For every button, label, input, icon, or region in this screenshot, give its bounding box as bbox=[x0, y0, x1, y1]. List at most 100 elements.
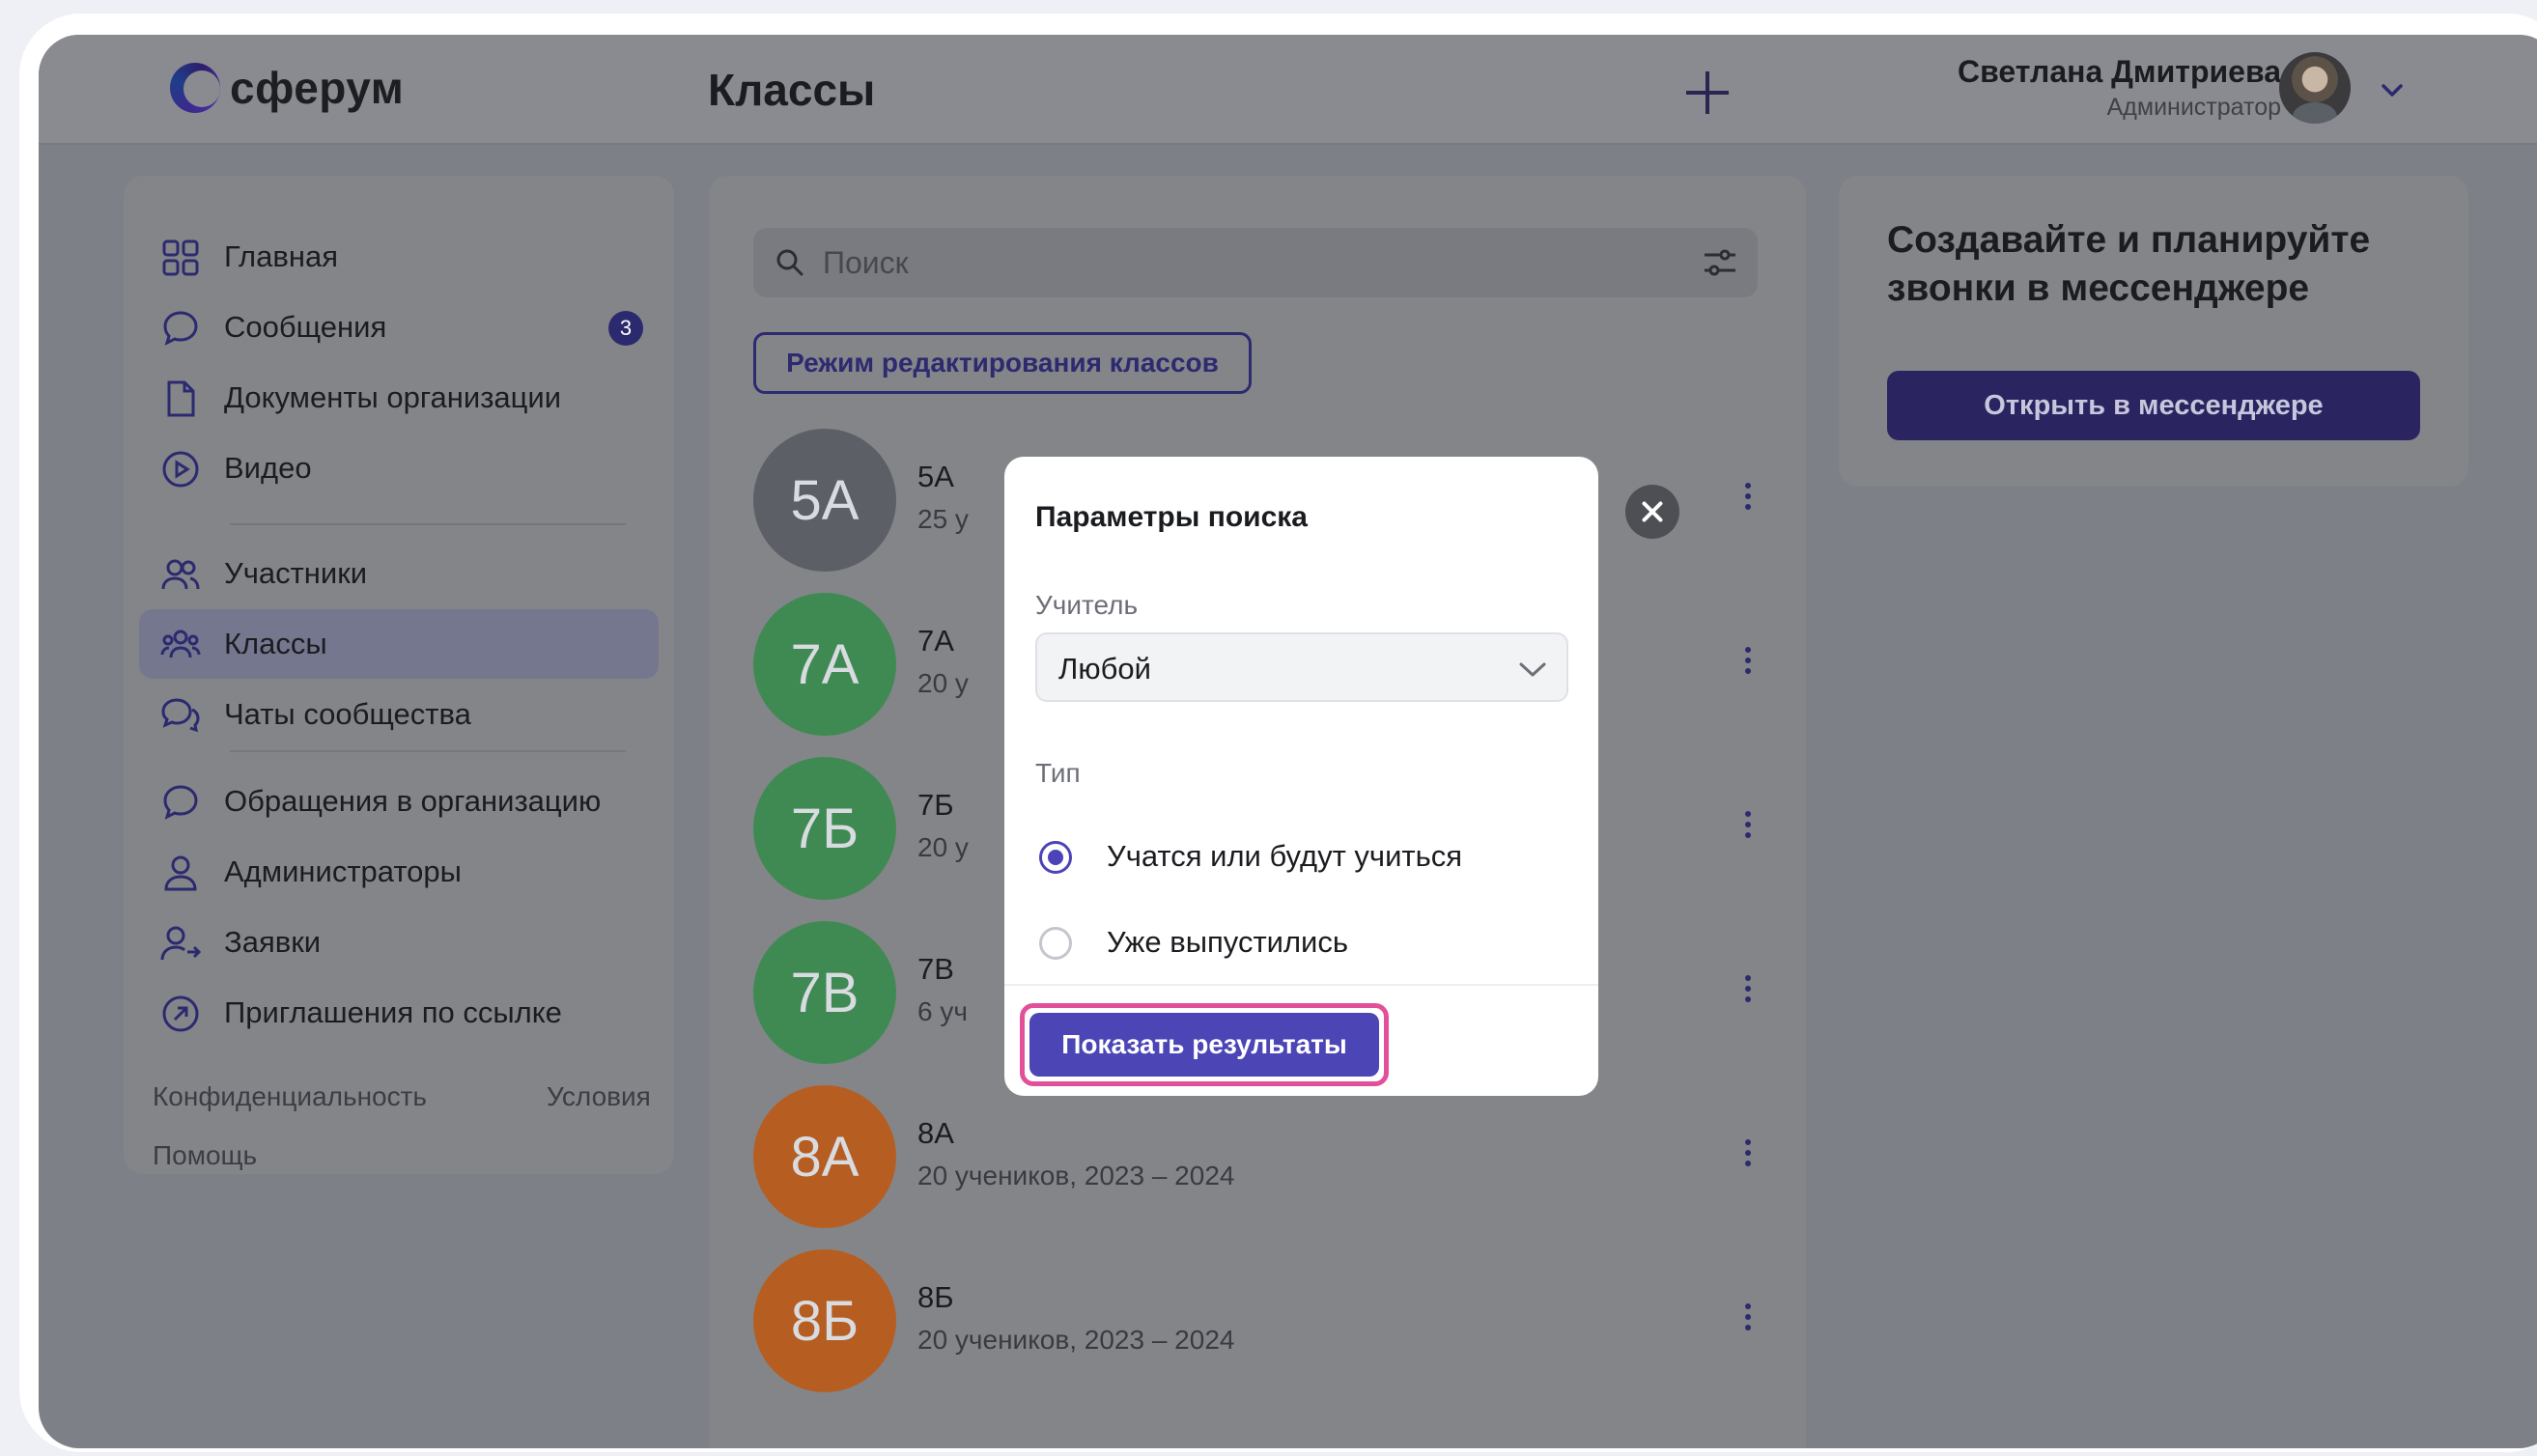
search-bar bbox=[753, 228, 1758, 297]
class-name: 5А bbox=[917, 460, 954, 493]
add-icon[interactable] bbox=[1680, 66, 1734, 120]
play-circle-icon bbox=[162, 451, 199, 488]
user-icon bbox=[164, 855, 197, 891]
class-meta: 6 уч bbox=[917, 996, 968, 1026]
class-name: 7В bbox=[917, 952, 954, 986]
class-meta: 20 у bbox=[917, 832, 969, 862]
close-icon[interactable] bbox=[1625, 485, 1679, 539]
avatar[interactable] bbox=[2279, 52, 2351, 124]
more-options-icon[interactable] bbox=[1738, 647, 1758, 686]
sidebar-item-admins[interactable]: Администраторы bbox=[139, 837, 659, 907]
chevron-down-icon[interactable] bbox=[2376, 73, 2409, 106]
show-results-button[interactable]: Показать результаты bbox=[1029, 1013, 1379, 1077]
document-icon bbox=[167, 380, 195, 417]
class-avatar: 7Б bbox=[753, 757, 896, 900]
sidebar-item-label: Заявки bbox=[224, 925, 322, 959]
sidebar-item-video[interactable]: Видео bbox=[139, 434, 659, 503]
highlight-frame: Показать результаты bbox=[1020, 1003, 1389, 1086]
logo-text: сферум bbox=[230, 63, 405, 113]
help-link[interactable]: Помощь bbox=[153, 1140, 257, 1171]
page-title: Классы bbox=[708, 65, 876, 115]
class-avatar: 8Б bbox=[753, 1249, 896, 1392]
class-meta: 25 у bbox=[917, 504, 969, 534]
link-circle-icon bbox=[162, 995, 199, 1032]
sidebar-item-requests-to-org[interactable]: Обращения в организацию bbox=[139, 767, 659, 836]
more-options-icon[interactable] bbox=[1738, 483, 1758, 521]
terms-link[interactable]: Условия bbox=[547, 1081, 651, 1112]
class-avatar: 7А bbox=[753, 593, 896, 736]
sidebar-item-label: Участники bbox=[224, 556, 368, 590]
sidebar-item-label: Документы организации bbox=[224, 380, 562, 414]
unread-badge: 3 bbox=[608, 311, 643, 346]
radio-button-checked[interactable] bbox=[1039, 841, 1072, 874]
sidebar-item-label: Чаты сообщества bbox=[224, 697, 471, 731]
class-name: 8А bbox=[917, 1116, 954, 1150]
class-name: 8Б bbox=[917, 1280, 954, 1314]
class-name: 7Б bbox=[917, 788, 954, 822]
divider bbox=[1004, 984, 1598, 986]
sidebar: Главная Сообщения 3 Документы организаци… bbox=[124, 176, 674, 1174]
class-avatar: 8А bbox=[753, 1085, 896, 1228]
chat-bubble-icon bbox=[163, 311, 198, 346]
radio-label: Уже выпустились bbox=[1107, 925, 1349, 959]
sidebar-item-link-invites[interactable]: Приглашения по ссылке bbox=[139, 978, 659, 1048]
more-options-icon[interactable] bbox=[1738, 811, 1758, 850]
chevron-down-icon bbox=[1519, 662, 1546, 677]
top-header: сферум Классы Светлана Дмитриева Админис… bbox=[39, 35, 2537, 145]
class-avatar: 7В bbox=[753, 921, 896, 1064]
search-params-dialog: Параметры поиска Учитель Любой Тип Учатс… bbox=[1004, 457, 1598, 1096]
group-icon bbox=[160, 630, 201, 658]
sidebar-item-label: Главная bbox=[224, 239, 338, 273]
sidebar-item-label: Приглашения по ссылке bbox=[224, 995, 562, 1029]
radio-option-studying[interactable]: Учатся или будут учиться bbox=[1035, 829, 1557, 883]
list-item[interactable]: 8А 8А 20 учеников, 2023 – 2024 bbox=[753, 1085, 1758, 1230]
radio-label: Учатся или будут учиться bbox=[1107, 839, 1463, 873]
sidebar-item-label: Классы bbox=[224, 627, 327, 660]
promo-title: Создавайте и планируйте звонки в мессенд… bbox=[1887, 219, 2371, 309]
more-options-icon[interactable] bbox=[1738, 1303, 1758, 1342]
sidebar-item-applications[interactable]: Заявки bbox=[139, 908, 659, 977]
type-label: Тип bbox=[1035, 758, 1081, 788]
dialog-title: Параметры поиска bbox=[1035, 501, 1308, 533]
users-icon bbox=[161, 559, 200, 590]
more-options-icon[interactable] bbox=[1738, 975, 1758, 1014]
sidebar-item-community-chats[interactable]: Чаты сообщества bbox=[139, 680, 659, 749]
user-role: Администратор bbox=[2106, 94, 2281, 121]
class-meta: 20 учеников, 2023 – 2024 bbox=[917, 1161, 1235, 1190]
list-item[interactable]: 8Б 8Б 20 учеников, 2023 – 2024 bbox=[753, 1249, 1758, 1394]
teacher-select[interactable]: Любой bbox=[1035, 632, 1568, 702]
sidebar-item-home[interactable]: Главная bbox=[139, 222, 659, 292]
search-input[interactable] bbox=[823, 228, 1673, 297]
app-window: сферум Классы Светлана Дмитриева Админис… bbox=[39, 35, 2537, 1448]
sidebar-item-documents[interactable]: Документы организации bbox=[139, 363, 659, 433]
radio-button[interactable] bbox=[1039, 927, 1072, 960]
divider bbox=[230, 750, 626, 752]
sidebar-item-label: Администраторы bbox=[224, 854, 462, 888]
sidebar-item-members[interactable]: Участники bbox=[139, 539, 659, 608]
chats-icon bbox=[161, 698, 200, 733]
divider bbox=[230, 523, 626, 525]
promo-card: Создавайте и планируйте звонки в мессенд… bbox=[1839, 176, 2468, 487]
grid-icon bbox=[162, 239, 199, 276]
sidebar-item-classes[interactable]: Классы bbox=[139, 609, 659, 679]
edit-mode-button[interactable]: Режим редактирования классов bbox=[753, 332, 1252, 394]
class-avatar: 5А bbox=[753, 429, 896, 572]
user-arrow-icon bbox=[160, 926, 201, 961]
open-messenger-button[interactable]: Открыть в мессенджере bbox=[1887, 371, 2420, 440]
sidebar-item-label: Сообщения bbox=[224, 310, 387, 344]
privacy-link[interactable]: Конфиденциальность bbox=[153, 1081, 427, 1112]
sidebar-item-label: Обращения в организацию bbox=[224, 784, 602, 818]
search-icon bbox=[776, 249, 803, 276]
filter-settings-icon[interactable] bbox=[1702, 245, 1738, 280]
class-meta: 20 у bbox=[917, 668, 969, 698]
class-name: 7А bbox=[917, 624, 954, 658]
radio-option-graduated[interactable]: Уже выпустились bbox=[1035, 915, 1557, 969]
logo-icon bbox=[170, 63, 220, 113]
class-meta: 20 учеников, 2023 – 2024 bbox=[917, 1325, 1235, 1355]
sidebar-item-messages[interactable]: Сообщения 3 bbox=[139, 293, 659, 362]
teacher-label: Учитель bbox=[1035, 590, 1139, 620]
teacher-select-value: Любой bbox=[1058, 652, 1151, 686]
more-options-icon[interactable] bbox=[1738, 1139, 1758, 1178]
logo[interactable]: сферум bbox=[170, 62, 404, 114]
user-info[interactable]: Светлана Дмитриева Администратор bbox=[1958, 54, 2281, 122]
